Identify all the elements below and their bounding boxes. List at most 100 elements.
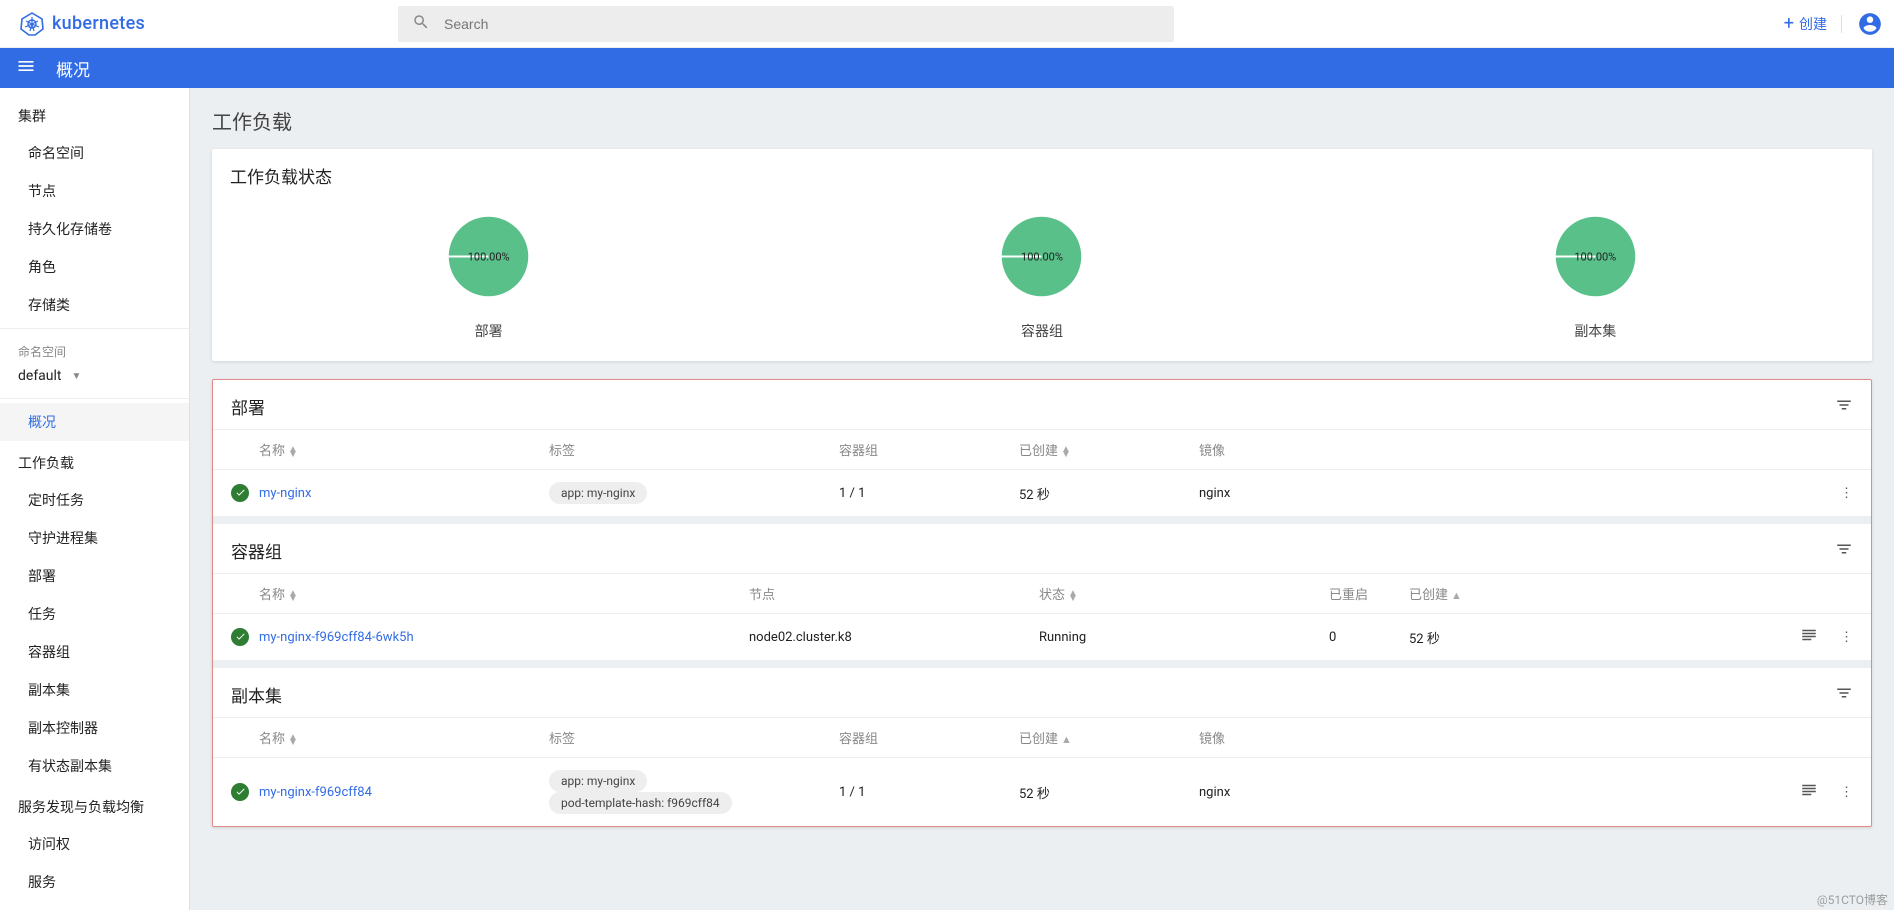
topbar: kubernetes + 创建 — [0, 0, 1894, 48]
chevron-down-icon: ▼ — [72, 371, 82, 382]
card-title: 容器组 — [231, 538, 282, 563]
topbar-actions: + 创建 — [1784, 10, 1884, 38]
status-success-icon — [231, 484, 249, 502]
col-labels: 标签 — [549, 440, 839, 459]
search-box[interactable] — [398, 6, 1174, 42]
table-row: my-nginx app: my-nginx 1 / 1 52 秒 nginx … — [213, 470, 1871, 516]
pods-card: 容器组 名称▲▼ 节点 状态▲▼ 已重启 已创建▲ my-nginx-f969c… — [213, 524, 1871, 660]
chart-pods: 100.00% 容器组 — [765, 204, 1318, 341]
main-heading: 工作负载 — [212, 106, 1872, 135]
brand-text: kubernetes — [52, 13, 145, 34]
status-success-icon — [231, 628, 249, 646]
chart-replicasets: 100.00% 副本集 — [1319, 204, 1872, 341]
plus-icon: + — [1784, 13, 1794, 34]
filter-icon[interactable] — [1835, 684, 1853, 706]
col-labels: 标签 — [549, 728, 839, 747]
sidebar-item-jobs[interactable]: 任务 — [0, 595, 189, 633]
sidebar-item-pods[interactable]: 容器组 — [0, 633, 189, 671]
col-created[interactable]: 已创建▲▼ — [1019, 440, 1199, 459]
sidebar: 集群 命名空间 节点 持久化存储卷 角色 存储类 命名空间 default ▼ … — [0, 88, 190, 910]
menu-button[interactable] — [16, 56, 36, 80]
search-icon — [412, 13, 430, 35]
sidebar-item-rc[interactable]: 副本控制器 — [0, 709, 189, 747]
more-icon[interactable]: ⋮ — [1840, 785, 1853, 800]
more-icon[interactable]: ⋮ — [1840, 630, 1853, 645]
sidebar-item-storageclass[interactable]: 存储类 — [0, 286, 189, 324]
label-chip: pod-template-hash: f969cff84 — [549, 792, 732, 814]
sidebar-item-namespaces[interactable]: 命名空间 — [0, 134, 189, 172]
col-name[interactable]: 名称▲▼ — [259, 728, 549, 747]
replicaset-link[interactable]: my-nginx-f969cff84 — [259, 785, 372, 800]
sidebar-item-cronjobs[interactable]: 定时任务 — [0, 481, 189, 519]
main-content: 工作负载 工作负载状态 100.00% 部署 100.00% — [190, 88, 1894, 910]
sidebar-section-workloads[interactable]: 工作负载 — [0, 441, 189, 481]
col-restarts: 已重启 — [1329, 584, 1409, 603]
chart-title: 容器组 — [765, 321, 1318, 341]
sidebar-item-services[interactable]: 服务 — [0, 863, 189, 901]
col-name[interactable]: 名称▲▼ — [259, 440, 549, 459]
chart-label: 100.00% — [468, 250, 510, 263]
sidebar-item-deployments[interactable]: 部署 — [0, 557, 189, 595]
divider — [0, 328, 189, 329]
chart-title: 部署 — [212, 321, 765, 341]
deployments-card: 部署 名称▲▼ 标签 容器组 已创建▲▼ 镜像 my-nginx app: my… — [213, 380, 1871, 516]
col-node: 节点 — [749, 584, 1039, 603]
cell-node: node02.cluster.k8 — [749, 630, 1039, 645]
sidebar-item-nodes[interactable]: 节点 — [0, 172, 189, 210]
deployment-link[interactable]: my-nginx — [259, 486, 311, 501]
chart-label: 100.00% — [1021, 250, 1063, 263]
bluebar: 概况 — [0, 48, 1894, 88]
more-icon[interactable]: ⋮ — [1840, 486, 1853, 501]
col-image: 镜像 — [1199, 440, 1853, 459]
divider — [0, 398, 189, 399]
logs-icon[interactable] — [1800, 626, 1818, 648]
col-image: 镜像 — [1199, 728, 1853, 747]
sidebar-item-statefulsets[interactable]: 有状态副本集 — [0, 747, 189, 785]
status-success-icon — [231, 783, 249, 801]
cell-created: 52 秒 — [1409, 628, 1800, 647]
chart-label: 100.00% — [1574, 250, 1616, 263]
kubernetes-logo-icon — [20, 12, 44, 36]
namespace-select[interactable]: default ▼ — [0, 362, 189, 394]
sidebar-item-daemonsets[interactable]: 守护进程集 — [0, 519, 189, 557]
namespace-selected: default — [18, 368, 62, 384]
create-button[interactable]: + 创建 — [1784, 13, 1827, 34]
cell-status: Running — [1039, 630, 1329, 645]
logs-icon[interactable] — [1800, 781, 1818, 803]
card-title: 工作负载状态 — [230, 163, 332, 188]
sidebar-section-discovery[interactable]: 服务发现与负载均衡 — [0, 785, 189, 825]
sidebar-item-overview[interactable]: 概况 — [0, 403, 189, 441]
sidebar-section-cluster: 集群 — [0, 94, 189, 134]
pod-link[interactable]: my-nginx-f969cff84-6wk5h — [259, 630, 414, 645]
label-chip: app: my-nginx — [549, 482, 647, 504]
logo[interactable]: kubernetes — [10, 12, 398, 36]
cell-restarts: 0 — [1329, 630, 1409, 645]
col-created[interactable]: 已创建▲ — [1019, 728, 1199, 747]
sidebar-section-config[interactable]: 配置与存储 — [0, 901, 189, 910]
filter-icon[interactable] — [1835, 396, 1853, 418]
sidebar-item-ingress[interactable]: 访问权 — [0, 825, 189, 863]
cell-pods: 1 / 1 — [839, 486, 1019, 501]
account-button[interactable] — [1856, 10, 1884, 38]
page-title: 概况 — [56, 56, 90, 81]
sidebar-item-replicasets[interactable]: 副本集 — [0, 671, 189, 709]
table-row: my-nginx-f969cff84-6wk5h node02.cluster.… — [213, 614, 1871, 660]
chart-deployments: 100.00% 部署 — [212, 204, 765, 341]
highlighted-section: 部署 名称▲▼ 标签 容器组 已创建▲▼ 镜像 my-nginx app: my… — [212, 379, 1872, 827]
col-pods: 容器组 — [839, 728, 1019, 747]
col-status[interactable]: 状态▲▼ — [1039, 584, 1329, 603]
table-row: my-nginx-f969cff84 app: my-nginx pod-tem… — [213, 758, 1871, 826]
sidebar-item-pv[interactable]: 持久化存储卷 — [0, 210, 189, 248]
chart-title: 副本集 — [1319, 321, 1872, 341]
card-title: 部署 — [231, 394, 265, 419]
col-name[interactable]: 名称▲▼ — [259, 584, 749, 603]
sidebar-namespace-label: 命名空间 — [0, 333, 189, 362]
cell-pods: 1 / 1 — [839, 785, 1019, 800]
col-created[interactable]: 已创建▲ — [1409, 584, 1853, 603]
card-title: 副本集 — [231, 682, 282, 707]
search-input[interactable] — [444, 16, 1160, 32]
label-chip: app: my-nginx — [549, 770, 647, 792]
filter-icon[interactable] — [1835, 540, 1853, 562]
sidebar-item-roles[interactable]: 角色 — [0, 248, 189, 286]
table-header: 名称▲▼ 标签 容器组 已创建▲ 镜像 — [213, 717, 1871, 758]
